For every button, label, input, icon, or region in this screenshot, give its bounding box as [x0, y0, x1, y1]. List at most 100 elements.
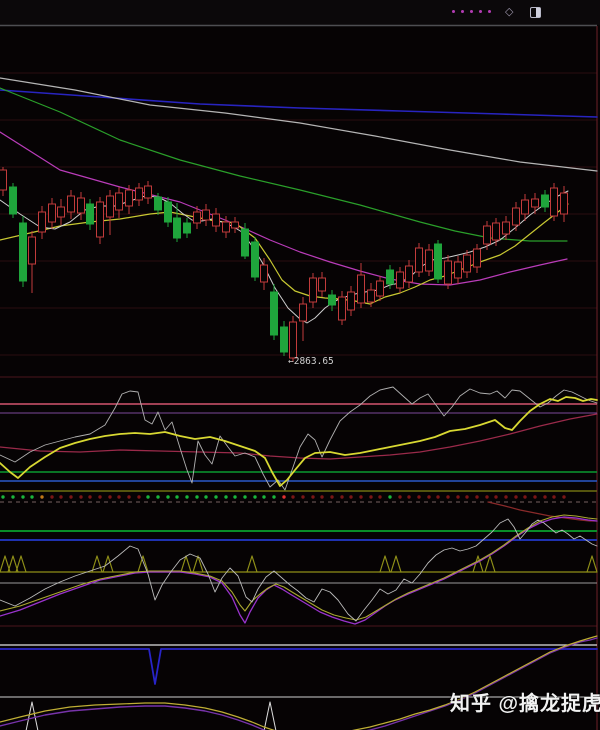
candle-body [522, 200, 529, 214]
signal-dot [407, 495, 410, 498]
signal-dot [514, 495, 517, 498]
signal-dot [166, 495, 169, 498]
candle-body [20, 223, 27, 281]
candle-body [290, 322, 297, 358]
signal-dot [79, 495, 82, 498]
signal-dot [417, 495, 420, 498]
candle-body [136, 188, 143, 200]
signal-dot [195, 495, 198, 498]
candle-body [155, 197, 162, 210]
signal-dot [378, 495, 381, 498]
signal-dot [436, 495, 439, 498]
candle-body [184, 223, 191, 233]
candle-body [445, 261, 452, 284]
signal-dot [214, 495, 217, 498]
candle-body [271, 292, 278, 335]
signal-dot [272, 495, 275, 498]
candlestick-chart[interactable]: ←2863.65 [0, 0, 600, 730]
candle-body [281, 327, 288, 352]
signal-dot [475, 495, 478, 498]
signal-dot [504, 495, 507, 498]
signal-dot [21, 495, 24, 498]
candle-body [203, 210, 210, 220]
signal-dot [127, 495, 130, 498]
signal-dot [359, 495, 362, 498]
candle-body [232, 222, 239, 228]
signal-dot [562, 495, 565, 498]
signal-dot [108, 495, 111, 498]
candle-body [358, 275, 365, 303]
signal-dot [427, 495, 430, 498]
watermark: 知乎 @擒龙捉虎 [450, 687, 600, 716]
low-price-label: ←2863.65 [288, 356, 334, 367]
candle-body [165, 202, 172, 222]
candle-body [542, 195, 549, 207]
signal-dot [494, 495, 497, 498]
candle-body [329, 295, 336, 305]
candle-body [252, 242, 259, 277]
candle-body [513, 208, 520, 225]
stock-chart-screen: ◇ ←2863.65 知乎 @擒龙捉虎 [0, 0, 600, 730]
candle-body [348, 292, 355, 310]
signal-dot [1, 495, 4, 498]
candle-body [126, 190, 133, 206]
candle-body [474, 249, 481, 267]
candle-body [319, 278, 326, 291]
candle-body [397, 272, 404, 288]
signal-dot [137, 495, 140, 498]
signal-dot [388, 495, 391, 498]
signal-dot [88, 495, 91, 498]
signal-dot [117, 495, 120, 498]
candle-body [484, 226, 491, 244]
signal-dot [175, 495, 178, 498]
candle-body [532, 199, 539, 207]
signal-dot [320, 495, 323, 498]
candle-body [29, 237, 36, 264]
candle-body [261, 265, 268, 282]
signal-dot [224, 495, 227, 498]
signal-dot [282, 495, 285, 498]
candle-body [87, 204, 94, 224]
signal-dot [59, 495, 62, 498]
signal-dot [50, 495, 53, 498]
chart-background [0, 26, 600, 730]
signal-dot [11, 495, 14, 498]
candle-body [49, 204, 56, 222]
signal-dot [98, 495, 101, 498]
signal-dot [185, 495, 188, 498]
signal-dot [156, 495, 159, 498]
signal-dot [262, 495, 265, 498]
signal-dot [349, 495, 352, 498]
candle-body [503, 222, 510, 234]
signal-dot [30, 495, 33, 498]
candle-body [68, 196, 75, 212]
signal-dot [533, 495, 536, 498]
candle-body [0, 170, 7, 190]
candle-body [387, 270, 394, 284]
candle-body [464, 255, 471, 272]
candle-body [174, 218, 181, 238]
signal-dot [301, 495, 304, 498]
candle-body [426, 250, 433, 271]
candle-body [310, 278, 317, 302]
candle-body [493, 223, 500, 240]
candle-body [194, 212, 201, 223]
candle-body [97, 202, 104, 237]
signal-dot [446, 495, 449, 498]
signal-dot [398, 495, 401, 498]
signal-dot [330, 495, 333, 498]
candle-body [107, 196, 114, 217]
signal-dot [253, 495, 256, 498]
candle-body [58, 207, 65, 217]
candle-body [455, 262, 462, 278]
candle-body [145, 186, 152, 198]
signal-dot [456, 495, 459, 498]
candle-body [213, 214, 220, 226]
candle-body [377, 281, 384, 296]
candle-body [435, 244, 442, 279]
candle-body [223, 222, 230, 232]
candle-body [116, 193, 123, 210]
signal-dot [243, 495, 246, 498]
signal-dot [233, 495, 236, 498]
candle-body [339, 297, 346, 320]
